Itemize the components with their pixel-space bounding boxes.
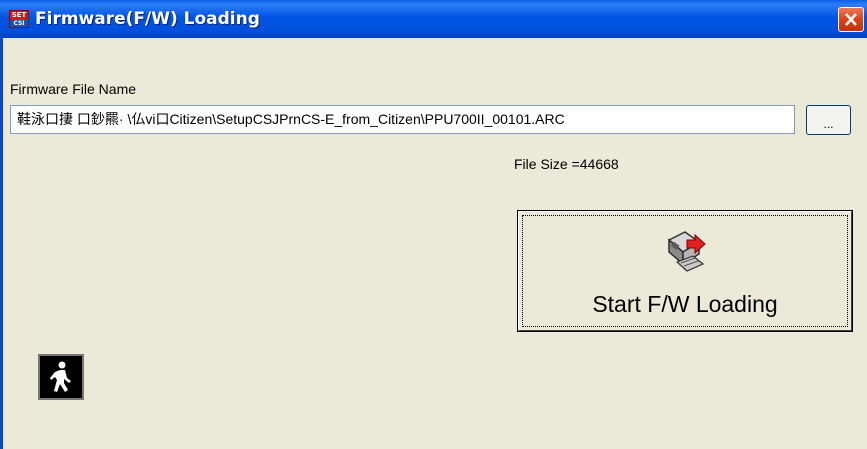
exit-walking-man-icon: [50, 361, 71, 392]
window-left-border: [0, 38, 3, 449]
file-size-text: File Size =44668: [514, 156, 619, 172]
firmware-file-name-label: Firmware File Name: [10, 81, 137, 97]
computer-load-icon: [667, 231, 706, 272]
app-icon-top-text: SET: [10, 11, 28, 20]
start-fw-loading-button[interactable]: Start F/W Loading: [517, 210, 853, 332]
exit-button[interactable]: [38, 354, 84, 400]
firmware-file-path-field[interactable]: 鞋泳口捿 口鈔羆· \仏vi口Citizen\SetupCSJPrnCS-E_f…: [10, 105, 795, 134]
browse-button[interactable]: ...: [806, 105, 851, 135]
app-icon[interactable]: SET CSI: [9, 10, 29, 28]
start-fw-loading-label: Start F/W Loading: [592, 291, 778, 317]
title-bar[interactable]: SET CSI Firmware(F/W) Loading: [0, 0, 867, 38]
app-icon-bottom-text: CSI: [10, 20, 28, 27]
window-title: Firmware(F/W) Loading: [35, 9, 260, 29]
close-icon: [845, 13, 857, 26]
firmware-loading-window: SET CSI Firmware(F/W) Loading Firmware F…: [0, 0, 867, 449]
close-button[interactable]: [838, 7, 864, 32]
